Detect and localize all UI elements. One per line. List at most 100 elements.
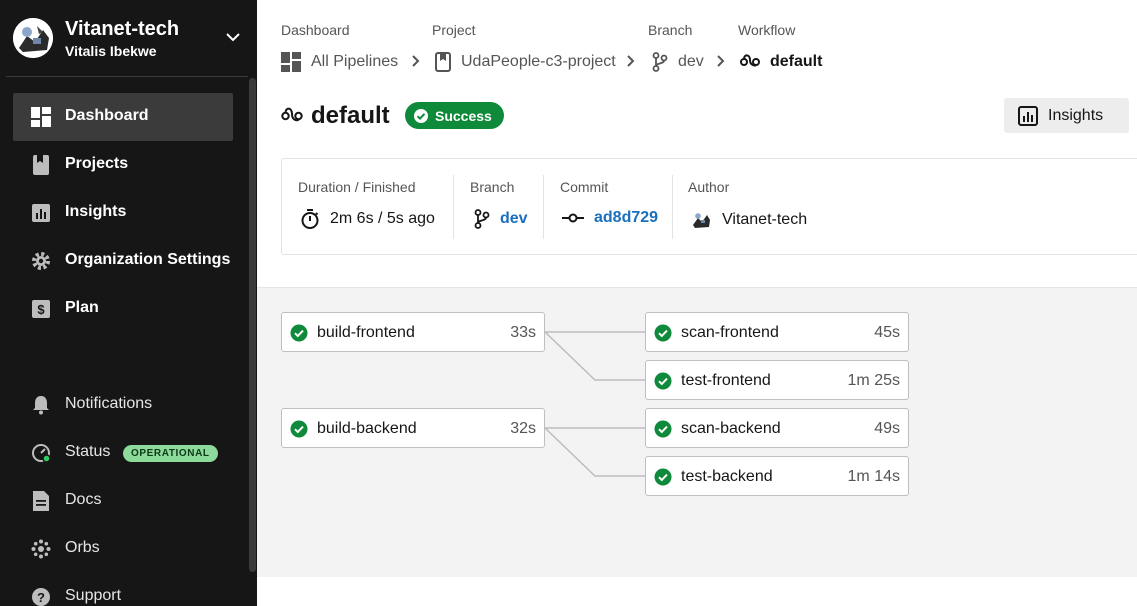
branch-link[interactable]: dev: [474, 209, 528, 229]
workflow-icon: [740, 54, 760, 67]
breadcrumb-workflow[interactable]: default: [740, 52, 822, 72]
commit-icon: [562, 213, 584, 223]
job-build-frontend[interactable]: build-frontend 33s: [281, 312, 545, 352]
sidebar-item-docs[interactable]: Docs: [13, 477, 233, 525]
sidebar-item-plan[interactable]: $ Plan: [13, 285, 233, 333]
check-circle-icon: [290, 324, 308, 342]
sidebar-scrollbar[interactable]: [249, 78, 256, 572]
breadcrumb-value: All Pipelines: [311, 53, 399, 70]
insights-button[interactable]: Insights: [1004, 98, 1129, 133]
sidebar-item-label: Plan: [65, 299, 99, 316]
check-circle-icon: [654, 420, 672, 438]
insights-button-label: Insights: [1048, 106, 1104, 124]
bookmark-icon: [435, 52, 451, 72]
sidebar-item-projects[interactable]: Projects: [13, 141, 233, 189]
dashboard-icon: [31, 107, 51, 127]
job-duration: 49s: [874, 420, 900, 437]
job-duration: 33s: [510, 324, 536, 341]
author-text: Vitanet-tech: [722, 211, 808, 228]
sidebar-divider: [6, 76, 248, 77]
sidebar-item-support[interactable]: ? Support: [13, 573, 233, 606]
status-badge-label: Success: [435, 107, 492, 124]
workflow-icon: [281, 107, 303, 122]
info-divider: [672, 175, 673, 239]
insights-icon: [1018, 105, 1038, 126]
sidebar-item-label: Insights: [65, 203, 127, 220]
author-label: Author: [688, 179, 730, 195]
job-duration: 32s: [510, 420, 536, 437]
check-circle-icon: [654, 372, 672, 390]
chevron-right-icon: [627, 55, 635, 67]
projects-icon: [31, 155, 51, 175]
job-name: build-backend: [317, 420, 417, 437]
duration-label: Duration / Finished: [298, 179, 416, 195]
dashboard-icon: [281, 52, 301, 72]
timer-icon: [301, 209, 319, 229]
check-circle-icon: [654, 468, 672, 486]
insights-icon: [31, 203, 51, 223]
check-circle-icon: [414, 108, 428, 123]
sidebar-item-label: Dashboard: [65, 107, 149, 124]
sidebar-item-label: Support: [65, 587, 122, 604]
sidebar-item-label: Notifications: [65, 395, 153, 412]
breadcrumb-branch[interactable]: dev: [652, 52, 704, 72]
branch-text: dev: [500, 210, 528, 227]
job-name: test-backend: [681, 468, 773, 485]
workflow-graph: build-frontend 33s scan-frontend 45s tes…: [257, 287, 1137, 577]
breadcrumb-label: Project: [432, 22, 476, 38]
org-switcher[interactable]: Vitanet-tech Vitalis Ibekwe: [12, 18, 247, 62]
check-circle-icon: [290, 420, 308, 438]
breadcrumb-label: Workflow: [738, 22, 796, 38]
commit-link[interactable]: ad8d729: [562, 209, 658, 227]
info-divider: [453, 175, 454, 239]
breadcrumb-value: default: [770, 53, 823, 70]
sidebar-item-status[interactable]: Status OPERATIONAL: [13, 429, 233, 477]
document-icon: [31, 491, 51, 511]
bell-icon: [31, 395, 51, 415]
job-build-backend[interactable]: build-backend 32s: [281, 408, 545, 448]
chevron-right-icon: [717, 55, 725, 67]
orbs-icon: [31, 539, 51, 559]
status-icon: [31, 443, 51, 463]
sidebar-item-dashboard[interactable]: Dashboard: [13, 93, 233, 141]
job-test-backend[interactable]: test-backend 1m 14s: [645, 456, 909, 496]
job-name: test-frontend: [681, 372, 771, 389]
branch-icon: [474, 209, 490, 229]
job-name: scan-frontend: [681, 324, 779, 341]
branch-icon: [652, 52, 668, 72]
job-name: scan-backend: [681, 420, 781, 437]
sidebar-item-label: Orbs: [65, 539, 100, 556]
sidebar-item-label: Status: [65, 443, 111, 460]
info-divider: [543, 175, 544, 239]
sidebar-item-label: Docs: [65, 491, 102, 508]
svg-text:?: ?: [37, 590, 45, 605]
gear-icon: [31, 251, 51, 271]
status-badge: Success: [405, 102, 504, 129]
check-circle-icon: [654, 324, 672, 342]
job-scan-backend[interactable]: scan-backend 49s: [645, 408, 909, 448]
sidebar-item-notifications[interactable]: Notifications: [13, 381, 233, 429]
avatar: [690, 209, 712, 231]
sidebar: Vitanet-tech Vitalis Ibekwe Dashboard Pr…: [0, 0, 257, 606]
breadcrumb-value: UdaPeople-c3-project: [461, 53, 616, 70]
sidebar-item-label: Organization Settings: [65, 251, 231, 268]
job-test-frontend[interactable]: test-frontend 1m 25s: [645, 360, 909, 400]
commit-text: ad8d729: [594, 209, 659, 226]
sidebar-item-insights[interactable]: Insights: [13, 189, 233, 237]
sidebar-item-organization-settings[interactable]: Organization Settings: [13, 237, 233, 285]
duration-value: 2m 6s / 5s ago: [300, 209, 435, 229]
dollar-icon: $: [31, 299, 51, 319]
page-title: default: [311, 102, 390, 129]
commit-label: Commit: [560, 179, 609, 195]
user-name: Vitalis Ibekwe: [65, 43, 157, 59]
sidebar-item-orbs[interactable]: Orbs: [13, 525, 233, 573]
workflow-info-card: Duration / Finished 2m 6s / 5s ago Branc…: [281, 158, 1137, 255]
chevron-down-icon[interactable]: [224, 28, 242, 46]
job-scan-frontend[interactable]: scan-frontend 45s: [645, 312, 909, 352]
branch-label: Branch: [470, 179, 515, 195]
breadcrumb-label: Branch: [648, 22, 693, 38]
job-name: build-frontend: [317, 324, 415, 341]
breadcrumb-all-pipelines[interactable]: All Pipelines: [281, 52, 398, 72]
help-icon: ?: [31, 587, 51, 606]
breadcrumb-project[interactable]: UdaPeople-c3-project: [435, 52, 616, 72]
